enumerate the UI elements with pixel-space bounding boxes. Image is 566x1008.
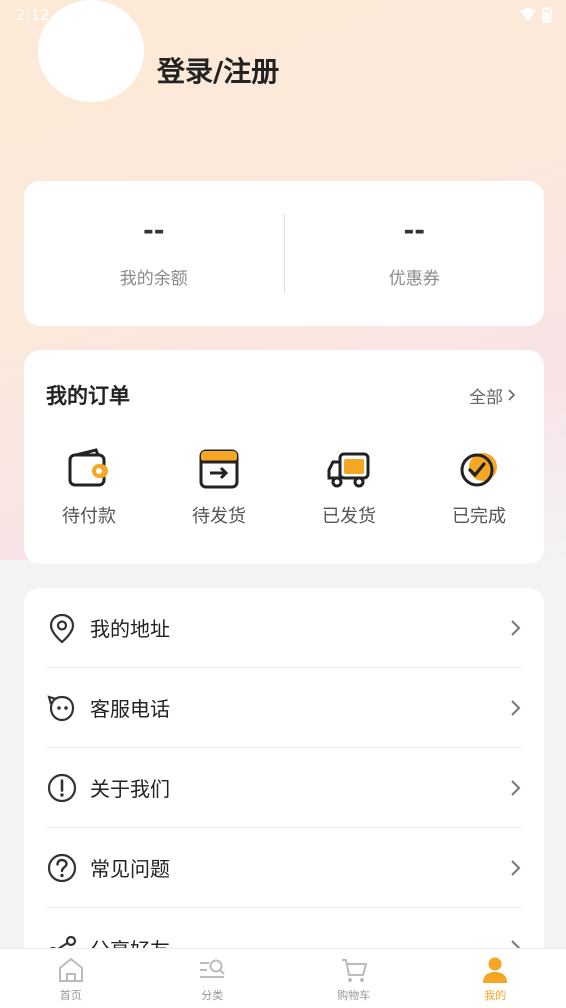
menu-item-customer-service[interactable]: 客服电话 bbox=[46, 668, 522, 748]
chevron-right-icon bbox=[508, 389, 516, 401]
tab-label: 购物车 bbox=[337, 988, 371, 1002]
cart-icon bbox=[341, 958, 368, 982]
menu-item-label: 关于我们 bbox=[90, 777, 170, 801]
order-status-label: 已发货 bbox=[322, 506, 376, 527]
balance-value: -- bbox=[142, 216, 165, 246]
tab-label: 分类 bbox=[201, 988, 224, 1002]
order-status-completed[interactable]: 已完成 bbox=[414, 446, 544, 528]
chevron-right-icon bbox=[511, 619, 521, 636]
orders-status-row: 待付款 待发货 已发货 已完成 bbox=[24, 446, 544, 528]
coupon-label: 优惠券 bbox=[388, 269, 440, 289]
check-circle-icon bbox=[460, 453, 497, 487]
tab-mine[interactable]: 我的 bbox=[425, 949, 566, 1008]
home-icon bbox=[58, 957, 83, 982]
user-icon bbox=[483, 957, 508, 983]
tab-label: 我的 bbox=[484, 988, 507, 1002]
menu-item-label: 常见问题 bbox=[90, 857, 170, 881]
category-icon bbox=[200, 959, 225, 978]
question-icon bbox=[47, 853, 77, 882]
tab-home[interactable]: 首页 bbox=[0, 949, 142, 1008]
order-status-to-ship[interactable]: 待发货 bbox=[154, 446, 284, 528]
coupon-section[interactable]: -- 优惠券 bbox=[285, 181, 545, 326]
package-icon bbox=[199, 449, 239, 489]
menu-card: 我的地址 客服电话 关于我们 常见问题 bbox=[24, 588, 544, 1008]
orders-all-link[interactable]: 全部 bbox=[469, 383, 516, 408]
balance-label: 我的余额 bbox=[119, 269, 188, 289]
balance-card: -- 我的余额 -- 优惠券 bbox=[24, 181, 544, 326]
menu-item-label: 我的地址 bbox=[90, 617, 170, 641]
wifi-icon bbox=[520, 8, 536, 21]
order-status-label: 待付款 bbox=[62, 506, 116, 527]
balance-section[interactable]: -- 我的余额 bbox=[24, 181, 284, 326]
status-icons bbox=[520, 7, 552, 23]
wallet-icon bbox=[68, 448, 108, 487]
bottom-tab-bar: 首页 分类 购物车 我的 bbox=[0, 948, 566, 1008]
menu-item-label: 客服电话 bbox=[90, 697, 170, 721]
orders-header: 我的订单 全部 bbox=[46, 380, 516, 410]
customer-service-icon bbox=[47, 694, 75, 721]
orders-all-label: 全部 bbox=[469, 387, 503, 408]
order-status-shipped[interactable]: 已发货 bbox=[284, 446, 414, 528]
truck-icon bbox=[327, 452, 370, 488]
avatar[interactable] bbox=[38, 0, 144, 102]
login-register-link[interactable]: 登录/注册 bbox=[157, 50, 279, 90]
order-status-label: 已完成 bbox=[452, 506, 506, 527]
menu-item-address[interactable]: 我的地址 bbox=[46, 588, 522, 668]
order-status-pending-payment[interactable]: 待付款 bbox=[24, 446, 154, 528]
chevron-right-icon bbox=[511, 699, 521, 716]
menu-item-faq[interactable]: 常见问题 bbox=[46, 828, 522, 908]
tab-category[interactable]: 分类 bbox=[142, 949, 284, 1008]
menu-item-about-us[interactable]: 关于我们 bbox=[46, 748, 522, 828]
chevron-right-icon bbox=[511, 859, 521, 876]
orders-card: 我的订单 全部 待付款 待发货 已发货 已完成 bbox=[24, 350, 544, 564]
tab-cart[interactable]: 购物车 bbox=[283, 949, 425, 1008]
orders-title: 我的订单 bbox=[46, 384, 130, 408]
location-pin-icon bbox=[49, 613, 75, 643]
status-time: 2:12 bbox=[16, 6, 50, 24]
chevron-right-icon bbox=[511, 779, 521, 796]
info-icon bbox=[47, 773, 77, 802]
battery-icon bbox=[542, 7, 552, 23]
coupon-value: -- bbox=[403, 216, 426, 246]
order-status-label: 待发货 bbox=[192, 506, 246, 527]
tab-label: 首页 bbox=[59, 988, 82, 1002]
